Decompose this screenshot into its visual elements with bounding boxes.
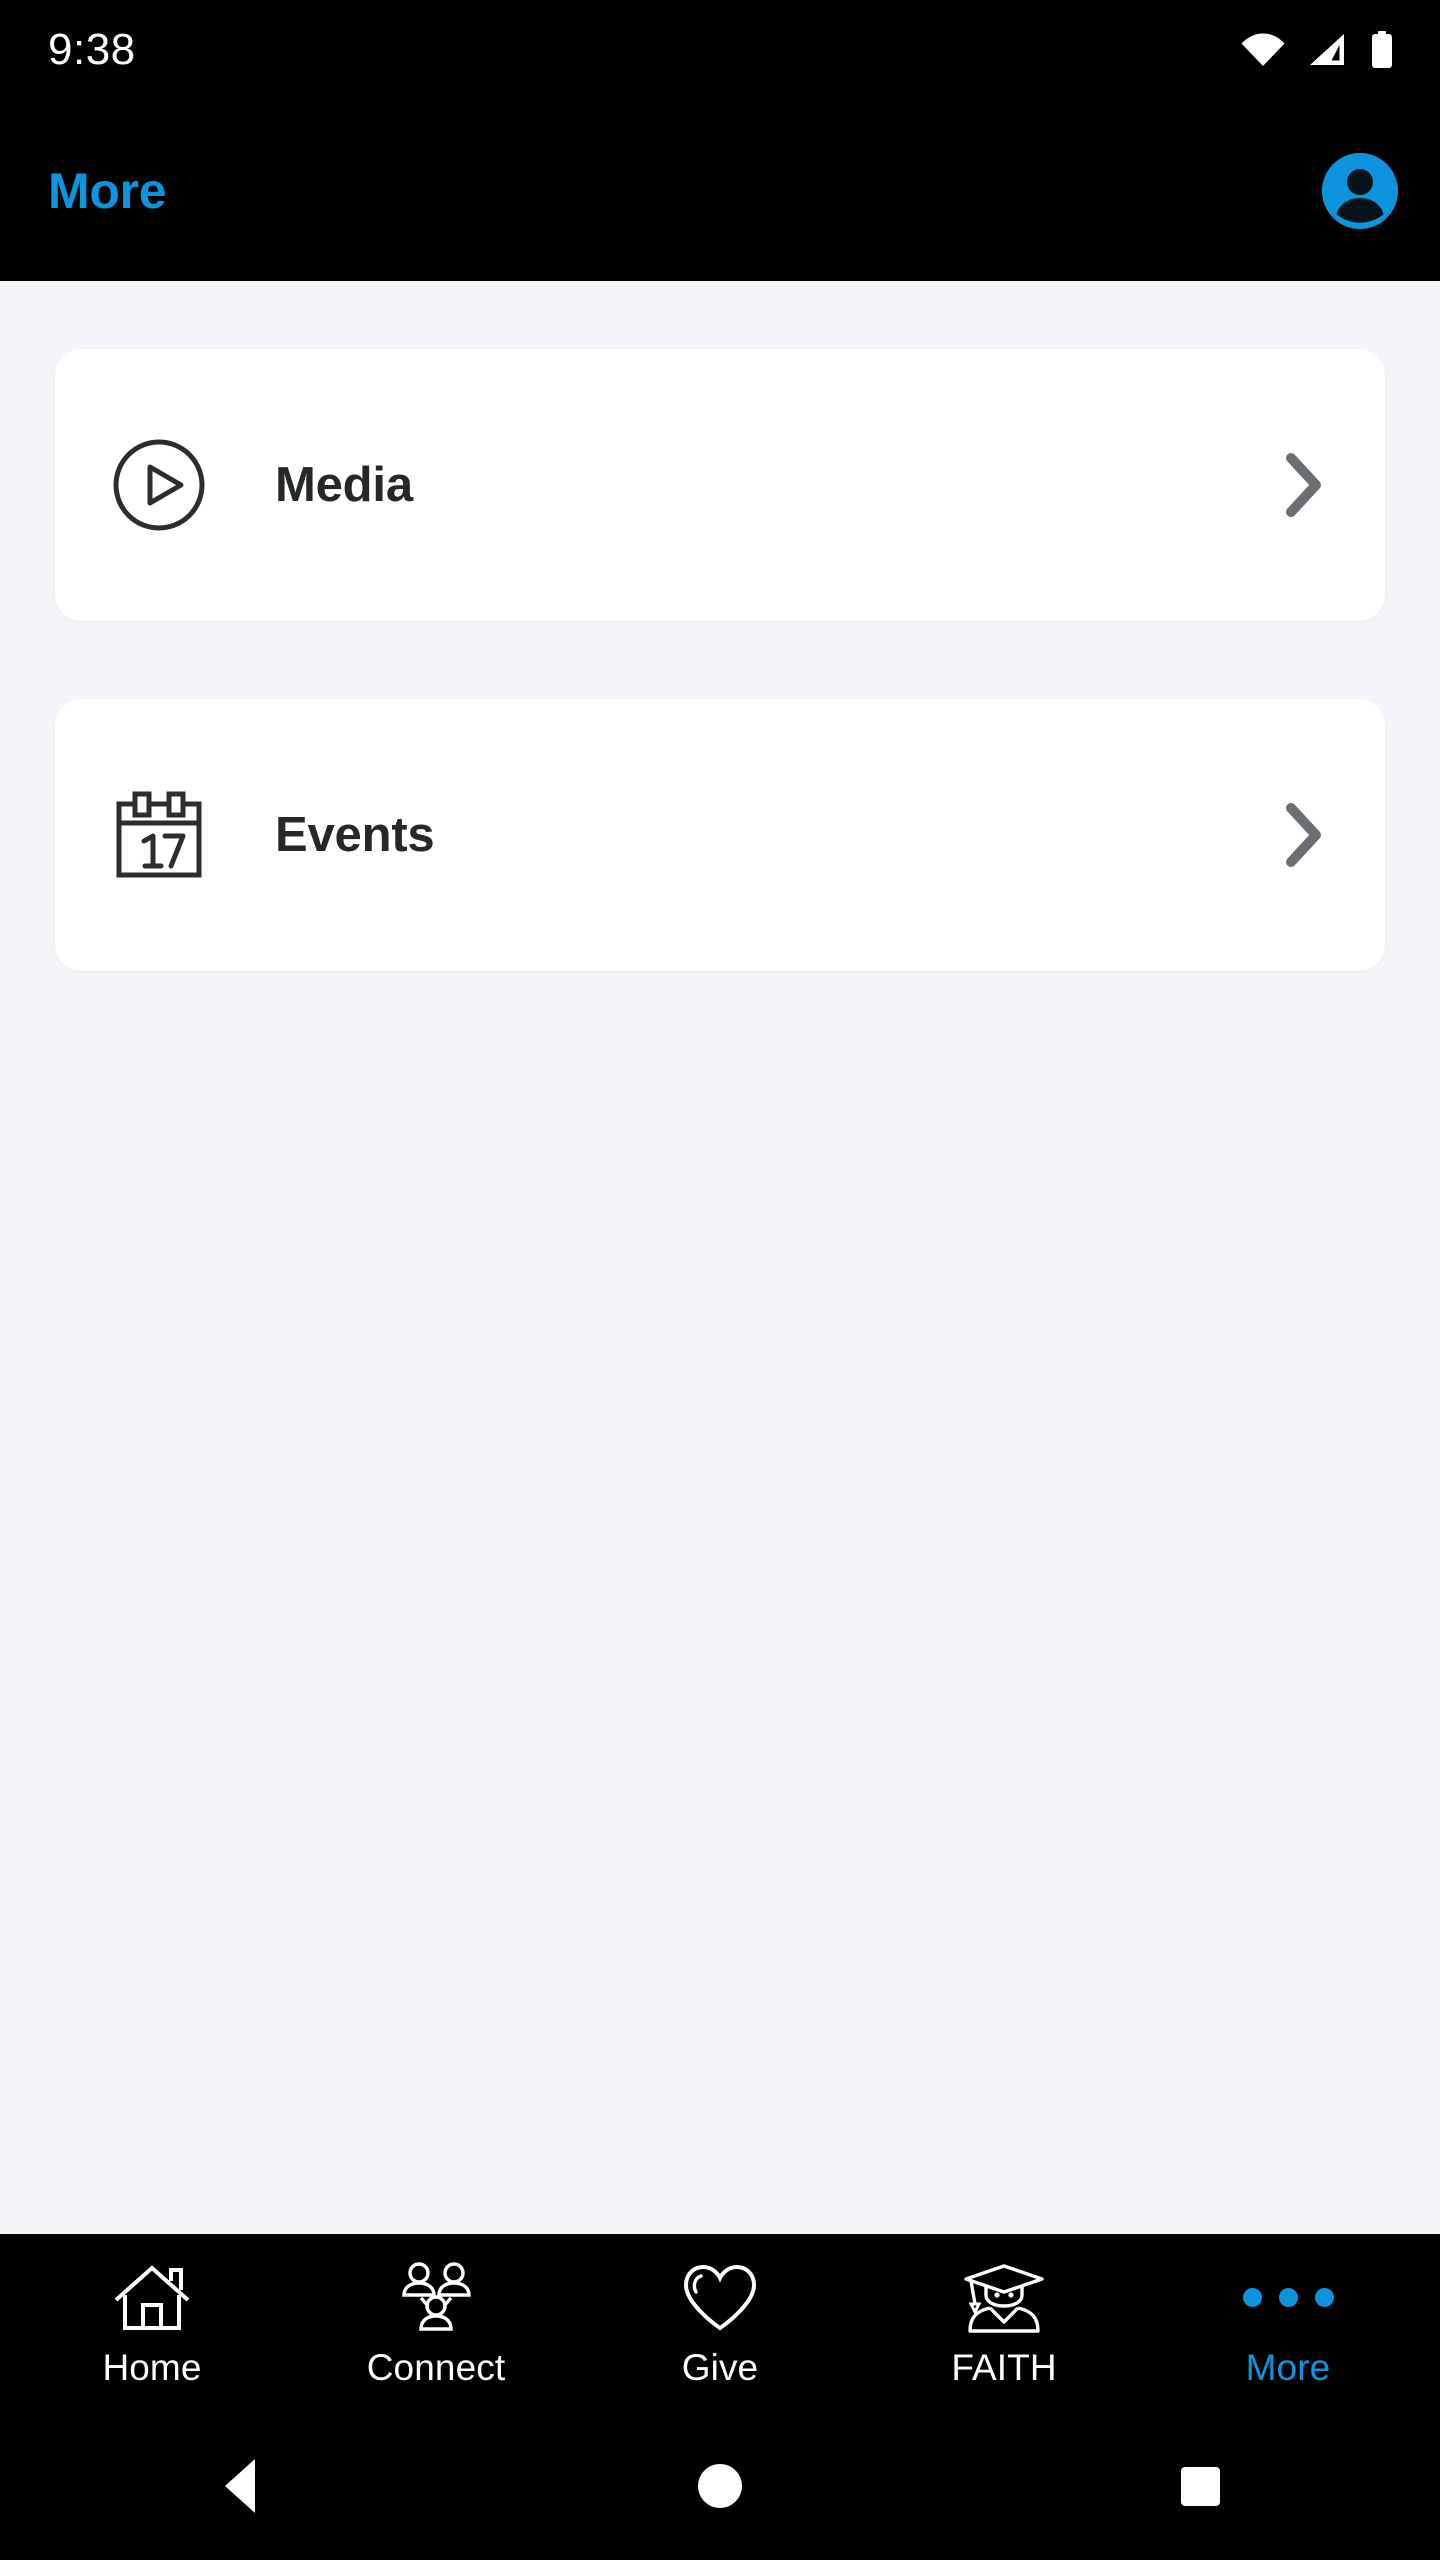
status-bar-icons [1240,31,1394,69]
tab-connect[interactable]: Connect [294,2234,578,2412]
menu-item-label: Media [275,458,413,512]
app-bar: More [0,100,1440,281]
system-home-button[interactable] [480,2464,960,2508]
recents-icon [1180,2466,1220,2506]
dot [1314,2288,1334,2307]
system-recents-button[interactable] [960,2466,1440,2506]
wifi-icon [1240,33,1286,67]
account-avatar-icon [1322,152,1398,229]
menu-item-media[interactable]: Media [55,349,1385,621]
system-navigation-bar [0,2412,1440,2560]
tab-home[interactable]: Home [10,2234,294,2412]
account-avatar-button[interactable] [1322,152,1398,229]
dot [1242,2288,1262,2307]
calendar-17-icon [99,775,219,895]
play-circle-icon [99,425,219,545]
page-title: More [48,162,167,219]
chevron-right-icon[interactable] [1273,453,1333,517]
three-dots-icon [1242,2261,1334,2335]
bottom-tab-bar: Home Connect Give FAITH More [0,2234,1440,2412]
tab-label: FAITH [951,2346,1057,2388]
tab-label: Give [681,2346,759,2388]
graduate-icon [962,2261,1046,2335]
back-icon [225,2459,255,2513]
menu-item-label: Events [275,808,435,862]
home-icon [698,2464,742,2508]
system-back-button[interactable] [0,2459,480,2513]
tab-label: Home [102,2346,202,2388]
battery-icon [1370,31,1394,69]
app-screen: 9:38 More Media Events Home Connect Give… [0,0,1440,2560]
status-bar: 9:38 [0,0,1440,100]
house-icon [113,2261,191,2335]
tab-label: Connect [366,2346,506,2388]
chevron-right-icon[interactable] [1273,803,1333,867]
tab-more[interactable]: More [1146,2234,1430,2412]
cellular-signal-icon [1308,33,1348,67]
dot [1278,2288,1298,2307]
menu-item-events[interactable]: Events [55,699,1385,971]
status-bar-clock: 9:38 [48,25,136,74]
tab-label: More [1245,2346,1331,2388]
heart-icon [682,2261,758,2335]
people-group-icon [393,2261,479,2335]
tab-give[interactable]: Give [578,2234,862,2412]
menu-list: Media Events [0,281,1440,2234]
tab-faith[interactable]: FAITH [862,2234,1146,2412]
